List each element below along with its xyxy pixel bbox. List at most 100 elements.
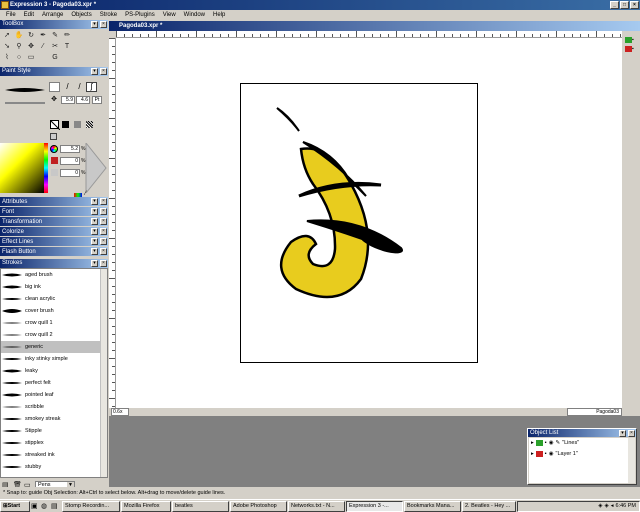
no-fill-icon[interactable]	[50, 120, 61, 131]
panel-menu-button[interactable]: ▾	[91, 238, 98, 245]
stroke-item[interactable]: crow quill 1	[1, 317, 107, 329]
unit-field[interactable]: Pt	[92, 96, 102, 104]
brush-style-icon[interactable]: /	[74, 82, 85, 92]
menu-edit[interactable]: Edit	[20, 12, 38, 18]
zoom-field[interactable]: 0.6x	[111, 408, 129, 416]
browser-icon[interactable]: ◍	[41, 502, 50, 510]
knife-tool-icon[interactable]: ✂	[49, 41, 61, 52]
select-tool-icon[interactable]: ➚	[1, 30, 13, 41]
pen-style-icon[interactable]: /	[62, 82, 73, 92]
stroke-item[interactable]: stipplex	[1, 437, 107, 449]
toolbox-close-button[interactable]: ×	[100, 21, 107, 28]
size-field[interactable]: 4.6	[76, 96, 90, 104]
strokes-menu-button[interactable]: ▾	[91, 260, 98, 267]
panel-effect-lines[interactable]: Effect Lines ▾ ×	[0, 237, 108, 247]
warp-tool-icon[interactable]: ⌇	[1, 52, 13, 63]
paint-style-close-button[interactable]: ×	[100, 68, 107, 75]
horizontal-ruler[interactable]	[116, 31, 622, 38]
view-green-icon[interactable]	[625, 37, 632, 43]
stroke-item[interactable]: cover brush	[1, 305, 107, 317]
vertical-ruler[interactable]	[109, 38, 116, 408]
volume-icon[interactable]: ◂	[611, 503, 614, 509]
menu-file[interactable]: File	[2, 12, 20, 18]
minimize-button[interactable]: _	[610, 1, 619, 9]
menu-stroke[interactable]: Stroke	[96, 12, 121, 18]
object-list-menu-button[interactable]: ▾	[619, 430, 626, 437]
view-red-icon[interactable]	[625, 46, 632, 52]
panel-flash-button[interactable]: Flash Button ▾ ×	[0, 247, 108, 257]
panel-menu-button[interactable]: ▾	[91, 218, 98, 225]
fill-value-field[interactable]: 5.2	[60, 145, 80, 153]
panel-menu-button[interactable]: ▾	[91, 228, 98, 235]
panel-menu-button[interactable]: ▾	[91, 208, 98, 215]
stroke-list-scrollbar[interactable]	[100, 269, 107, 477]
close-button[interactable]: ×	[630, 1, 639, 9]
pen-tool-icon[interactable]: ✒	[37, 30, 49, 41]
tray-icon[interactable]: ◈	[598, 503, 602, 509]
taskbar-item[interactable]: Bookmarks Mana...	[404, 500, 461, 512]
gradient-fill-icon[interactable]	[74, 121, 81, 128]
pen-icon[interactable]: ✎	[556, 440, 561, 446]
color-wheel-icon[interactable]	[50, 145, 58, 153]
stroke-item[interactable]: streaked ink	[1, 449, 107, 461]
start-button[interactable]: ⊞Start	[0, 500, 30, 512]
stroke-item[interactable]: smokey streak	[1, 413, 107, 425]
taskbar-item[interactable]: Adobe Photoshop	[230, 500, 287, 512]
rectangle-tool-icon[interactable]: ▭	[25, 52, 37, 63]
expand-arrow-icon[interactable]: ▸	[531, 451, 534, 457]
menu-view[interactable]: View	[159, 12, 180, 18]
pencil-tool-icon[interactable]: ✏	[61, 30, 73, 41]
ellipse-tool-icon[interactable]: ○	[13, 52, 25, 63]
lock-icon[interactable]: ▪	[545, 440, 547, 446]
stroke-item[interactable]: perfect felt	[1, 377, 107, 389]
panel-close-button[interactable]: ×	[100, 228, 107, 235]
panel-close-button[interactable]: ×	[100, 208, 107, 215]
menu-window[interactable]: Window	[180, 12, 209, 18]
hand-tool-icon[interactable]: ✋	[13, 30, 25, 41]
eyedropper-tool-icon[interactable]: ⁄	[37, 41, 49, 52]
solid-fill-icon[interactable]	[62, 121, 69, 128]
hue-slider[interactable]	[44, 143, 48, 193]
stroke-item[interactable]: inky stinky simple	[1, 353, 107, 365]
lock-icon[interactable]: ▪	[632, 37, 639, 43]
menu-help[interactable]: Help	[209, 12, 229, 18]
spiral-tool-icon[interactable]: G	[49, 52, 61, 63]
move-icon[interactable]: ✥	[50, 96, 58, 104]
zoom-tool-icon[interactable]: ⚲	[13, 41, 25, 52]
panel-close-button[interactable]: ×	[100, 198, 107, 205]
transform-tool-icon[interactable]: ✥	[25, 41, 37, 52]
stroke-item[interactable]: leaky	[1, 365, 107, 377]
page-artboard[interactable]	[240, 83, 478, 363]
third-value-field[interactable]: 0	[60, 169, 80, 177]
text-tool-icon[interactable]: T	[61, 41, 73, 52]
stroke-item[interactable]: aged brush	[1, 269, 107, 281]
toolbox-menu-button[interactable]: ▾	[91, 21, 98, 28]
rotate-tool-icon[interactable]: ↻	[25, 30, 37, 41]
menu-ps-plugins[interactable]: PS-Plugins	[121, 12, 159, 18]
tray-icon[interactable]: ◈	[605, 503, 609, 509]
maximize-button[interactable]: □	[620, 1, 629, 9]
strokes-close-button[interactable]: ×	[100, 260, 107, 267]
opacity-field[interactable]: 0	[60, 157, 80, 165]
pagoda-artwork[interactable]	[241, 84, 479, 364]
width-field[interactable]: 5.9	[61, 96, 75, 104]
paint-style-menu-button[interactable]: ▾	[91, 68, 98, 75]
taskbar-item[interactable]: Networks.txt - N...	[288, 500, 345, 512]
panel-menu-button[interactable]: ▾	[91, 198, 98, 205]
stroke-item[interactable]: pointed leaf	[1, 389, 107, 401]
desktop-icon[interactable]: ▣	[31, 502, 40, 510]
color-picker-square[interactable]	[0, 143, 44, 193]
panel-menu-button[interactable]: ▾	[91, 248, 98, 255]
folder-icon[interactable]: ▤	[51, 502, 60, 510]
taskbar-item[interactable]: Mozilla Firefox	[121, 500, 171, 512]
stroke-item[interactable]: crow quill 2	[1, 329, 107, 341]
object-list-close-button[interactable]: ×	[628, 430, 635, 437]
brush-tool-icon[interactable]: ✎	[49, 30, 61, 41]
taskbar-item[interactable]: 2. Beatles - Hey ...	[462, 500, 516, 512]
node-select-tool-icon[interactable]: ➘	[1, 41, 13, 52]
stroke-item[interactable]: scribble	[1, 401, 107, 413]
visibility-icon[interactable]: ◉	[549, 440, 554, 446]
panel-attributes[interactable]: Attributes ▾ ×	[0, 197, 108, 207]
stroke-item[interactable]: generic	[1, 341, 107, 353]
stroke-item[interactable]: clean acrylic	[1, 293, 107, 305]
